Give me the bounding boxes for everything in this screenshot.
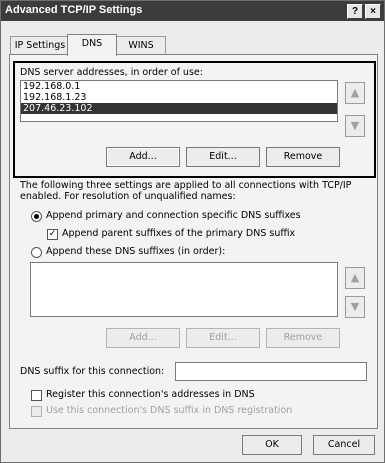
cancel-button[interactable]: Cancel — [313, 435, 375, 455]
dns-servers-label: DNS server addresses, in order of use: — [20, 67, 203, 78]
dns-server-item-selected[interactable]: 207.46.23.102 — [21, 103, 337, 114]
append-these-label[interactable]: Append these DNS suffixes (in order): — [46, 246, 225, 257]
move-up-button[interactable]: ▲ — [345, 82, 365, 104]
append-these-radio[interactable] — [31, 247, 42, 258]
append-primary-label[interactable]: Append primary and connection specific D… — [46, 210, 301, 221]
dns-server-item[interactable]: 192.168.1.23 — [21, 92, 337, 103]
move-down-button[interactable]: ▼ — [345, 115, 365, 137]
dns-tab-panel: DNS server addresses, in order of use: 1… — [9, 54, 378, 429]
dns-suffix-input[interactable] — [175, 362, 367, 381]
advanced-tcpip-dialog: Advanced TCP/IP Settings ? × IP Settings… — [0, 0, 385, 463]
suffix-add-button[interactable]: Add... — [106, 328, 180, 348]
down-arrow-icon: ▼ — [350, 300, 360, 313]
dns-servers-list[interactable]: 192.168.0.1 192.168.1.23 207.46.23.102 — [20, 80, 338, 122]
use-suffix-label[interactable]: Use this connection's DNS suffix in DNS … — [46, 405, 292, 416]
tab-wins[interactable]: WINS — [116, 36, 166, 56]
use-suffix-checkbox[interactable] — [31, 406, 42, 417]
tab-dns[interactable]: DNS — [67, 34, 117, 56]
up-arrow-icon: ▲ — [350, 86, 360, 99]
dns-remove-button[interactable]: Remove — [266, 147, 340, 167]
suffix-down-button[interactable]: ▼ — [345, 296, 365, 318]
title-bar[interactable]: Advanced TCP/IP Settings ? × — [1, 1, 384, 21]
help-button[interactable]: ? — [347, 4, 363, 19]
suffix-edit-button[interactable]: Edit... — [186, 328, 260, 348]
suffix-remove-button[interactable]: Remove — [266, 328, 340, 348]
dns-edit-button[interactable]: Edit... — [186, 147, 260, 167]
down-arrow-icon: ▼ — [350, 119, 360, 132]
close-button[interactable]: × — [365, 4, 381, 19]
register-checkbox[interactable] — [31, 390, 42, 401]
tab-ip-settings[interactable]: IP Settings — [10, 36, 70, 56]
append-parent-checkbox[interactable]: ✓ — [47, 229, 58, 240]
dns-suffixes-list[interactable] — [30, 262, 338, 317]
info-text: The following three settings are applied… — [20, 180, 352, 202]
append-primary-radio[interactable] — [31, 211, 42, 222]
dns-add-button[interactable]: Add... — [106, 147, 180, 167]
dns-suffix-label: DNS suffix for this connection: — [20, 366, 165, 377]
dns-server-item[interactable]: 192.168.0.1 — [21, 81, 337, 92]
register-label[interactable]: Register this connection's addresses in … — [46, 389, 255, 400]
up-arrow-icon: ▲ — [350, 271, 360, 284]
suffix-up-button[interactable]: ▲ — [345, 267, 365, 289]
window-title: Advanced TCP/IP Settings — [5, 4, 143, 16]
ok-button[interactable]: OK — [242, 435, 302, 455]
append-parent-label[interactable]: Append parent suffixes of the primary DN… — [62, 228, 295, 239]
